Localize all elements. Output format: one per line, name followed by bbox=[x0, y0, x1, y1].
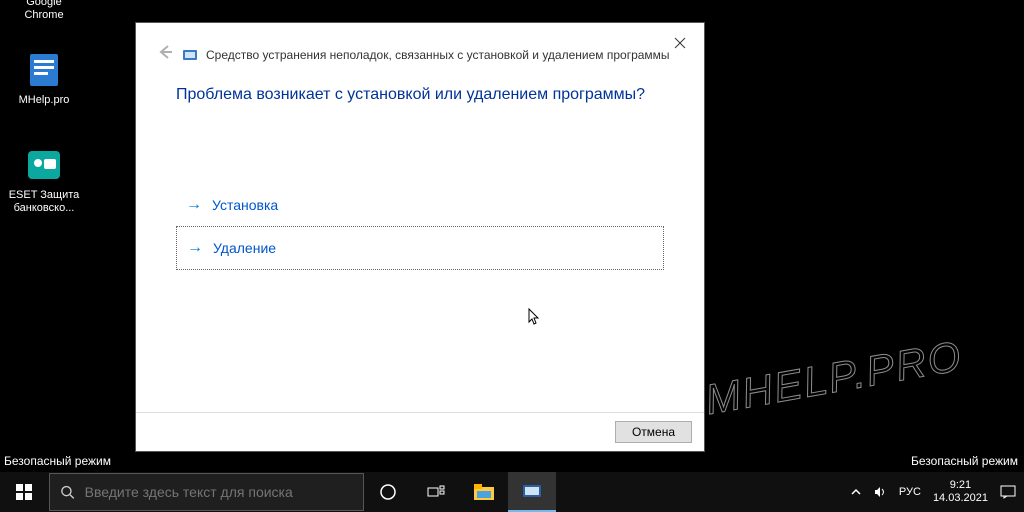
windows-icon bbox=[16, 484, 32, 500]
task-view-button[interactable] bbox=[412, 472, 460, 512]
desktop-icon-eset[interactable]: ESET Защита банковско... bbox=[6, 145, 82, 215]
tray-volume[interactable] bbox=[873, 485, 887, 499]
tray-clock[interactable]: 9:21 14.03.2021 bbox=[933, 479, 988, 505]
taskbar-item-explorer[interactable] bbox=[460, 472, 508, 512]
circle-icon bbox=[379, 483, 397, 501]
troubleshooter-dialog: Средство устранения неполадок, связанных… bbox=[135, 22, 705, 452]
search-box[interactable] bbox=[49, 473, 364, 511]
desktop-icon-label: Google Chrome bbox=[6, 0, 82, 22]
document-icon bbox=[24, 50, 64, 90]
shield-icon bbox=[24, 145, 64, 185]
clock-time: 9:21 bbox=[933, 479, 988, 492]
desktop-icon-mhelp[interactable]: MHelp.pro bbox=[6, 50, 82, 107]
dialog-title: Средство устранения неполадок, связанных… bbox=[206, 48, 670, 62]
search-input[interactable] bbox=[85, 484, 353, 500]
volume-icon bbox=[873, 485, 887, 499]
dialog-footer: Отмена bbox=[136, 412, 704, 451]
dialog-question: Проблема возникает с установкой или удал… bbox=[176, 86, 664, 104]
desktop-icon-label: ESET Защита банковско... bbox=[6, 189, 82, 215]
safe-mode-label-bl: Безопасный режим bbox=[4, 454, 111, 468]
chevron-up-icon bbox=[851, 487, 861, 497]
taskbar-item-troubleshooter[interactable] bbox=[508, 472, 556, 512]
troubleshoot-icon bbox=[522, 483, 542, 499]
taskbar: РУС 9:21 14.03.2021 bbox=[0, 472, 1024, 512]
dialog-body: Проблема возникает с установкой или удал… bbox=[136, 76, 704, 412]
safe-mode-label-br: Безопасный режим bbox=[911, 454, 1018, 468]
clock-date: 14.03.2021 bbox=[933, 492, 988, 505]
option-install[interactable]: → Установка bbox=[176, 184, 664, 226]
desktop-icon-chrome[interactable]: Google Chrome bbox=[6, 0, 82, 22]
dialog-header: Средство устранения неполадок, связанных… bbox=[136, 23, 704, 76]
option-uninstall[interactable]: → Удаление bbox=[176, 226, 664, 270]
start-button[interactable] bbox=[0, 472, 48, 512]
arrow-right-icon: → bbox=[186, 196, 202, 214]
cortana-button[interactable] bbox=[364, 472, 412, 512]
notification-icon bbox=[1000, 485, 1016, 499]
task-view-icon bbox=[427, 485, 445, 499]
back-arrow-icon[interactable] bbox=[156, 43, 174, 66]
arrow-right-icon: → bbox=[187, 239, 203, 257]
folder-icon bbox=[474, 484, 494, 500]
tray-overflow[interactable] bbox=[851, 487, 861, 497]
close-button[interactable] bbox=[664, 29, 696, 57]
option-label: Установка bbox=[212, 197, 278, 213]
cancel-button[interactable]: Отмена bbox=[615, 421, 692, 443]
search-icon bbox=[60, 484, 75, 500]
system-tray: РУС 9:21 14.03.2021 bbox=[843, 479, 1024, 505]
troubleshoot-icon bbox=[182, 47, 198, 63]
tray-language[interactable]: РУС bbox=[899, 486, 921, 498]
desktop-icon-label: MHelp.pro bbox=[6, 94, 82, 107]
tray-notifications[interactable] bbox=[1000, 485, 1016, 499]
option-label: Удаление bbox=[213, 240, 276, 256]
task-icons bbox=[364, 472, 556, 512]
watermark: MHELP.PRO bbox=[702, 332, 966, 424]
